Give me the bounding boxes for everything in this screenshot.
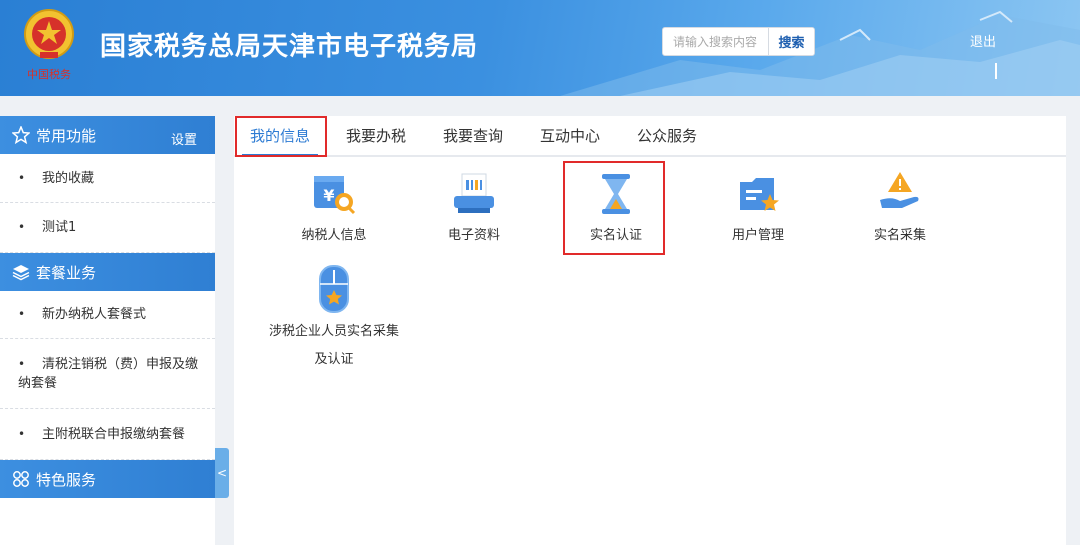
header: 中国税务 国家税务总局天津市电子税务局 搜索 退出 xyxy=(0,0,1080,96)
sidebar-item-label: 主附税联合申报缴纳套餐 xyxy=(42,426,186,442)
main-panel: 我的信息 我要办税 我要查询 互动中心 公众服务 ¥ 纳税人信息 电子资料 实名… xyxy=(234,116,1066,545)
tile-label: 用户管理 xyxy=(731,228,784,243)
tax-emblem-logo: 中国税务 xyxy=(18,6,80,84)
tab-bar: 我的信息 我要办税 我要查询 互动中心 公众服务 xyxy=(234,116,1066,157)
sidebar-item-label: 测试1 xyxy=(42,220,77,235)
tab-interaction-center[interactable]: 互动中心 xyxy=(532,116,608,156)
taxpayer-info-icon: ¥ xyxy=(314,176,356,215)
tab-query[interactable]: 我要查询 xyxy=(435,116,511,156)
tab-handle-tax[interactable]: 我要办税 xyxy=(338,116,414,156)
tile-electronic-data[interactable]: 电子资料 xyxy=(404,168,544,250)
sidebar-section-special[interactable]: 特色服务 xyxy=(0,460,215,498)
svg-text:中国税务: 中国税务 xyxy=(27,67,71,81)
tile-user-management[interactable]: 用户管理 xyxy=(688,168,828,250)
site-title: 国家税务总局天津市电子税务局 xyxy=(100,32,479,62)
svg-text:¥: ¥ xyxy=(323,186,334,205)
tile-label: 纳税人信息 xyxy=(301,228,367,243)
sidebar-section-common[interactable]: 常用功能 设置 xyxy=(0,116,215,154)
highlight-box-tile xyxy=(563,161,665,255)
tile-real-name-collection[interactable]: 实名采集 xyxy=(830,168,970,250)
warning-hand-icon xyxy=(880,172,919,208)
search-button[interactable]: 搜索 xyxy=(768,28,814,55)
mouse-star-icon xyxy=(319,265,349,313)
star-icon xyxy=(11,125,31,145)
sidebar-collapse-button[interactable]: < xyxy=(215,448,229,498)
sidebar-section-title: 常用功能 xyxy=(36,126,97,145)
sidebar-item-label: • 清税注销税（费）申报及缴纳套餐 xyxy=(18,356,199,391)
search-box: 搜索 xyxy=(662,27,815,56)
tile-taxpayer-info[interactable]: ¥ 纳税人信息 xyxy=(264,168,404,250)
tile-label: 电子资料 xyxy=(447,228,500,243)
electronic-data-icon xyxy=(454,173,494,213)
header-divider xyxy=(995,63,997,79)
sidebar-item-new-taxpayer-package[interactable]: • 新办纳税人套餐式 xyxy=(0,291,215,339)
sidebar-section-packages[interactable]: 套餐业务 xyxy=(0,253,215,291)
tile-label: 涉税企业人员实名采集 及认证 xyxy=(268,324,399,367)
sidebar: 常用功能 设置 • 我的收藏 • 测试1 套餐业务 • 新办纳税人套餐式 • 清税… xyxy=(0,116,215,545)
logout-link[interactable]: 退出 xyxy=(970,31,996,50)
settings-link[interactable]: 设置 xyxy=(171,129,197,148)
sidebar-item-deregistration-package[interactable]: • 清税注销税（费）申报及缴纳套餐 xyxy=(0,339,215,409)
sidebar-item-label: 新办纳税人套餐式 xyxy=(42,307,147,322)
tile-label: 实名采集 xyxy=(873,228,926,243)
tab-public-service[interactable]: 公众服务 xyxy=(629,116,705,156)
great-wall-decoration xyxy=(560,10,1080,96)
sidebar-item-label: 我的收藏 xyxy=(42,170,95,186)
highlight-box-tab xyxy=(235,116,327,157)
sidebar-item-test1[interactable]: • 测试1 xyxy=(0,203,215,253)
user-management-icon xyxy=(740,178,779,211)
grid-icon xyxy=(12,470,30,488)
layers-icon xyxy=(12,263,30,281)
tile-enterprise-staff-real-name[interactable]: 涉税企业人员实名采集 及认证 xyxy=(264,264,404,374)
sidebar-section-title: 套餐业务 xyxy=(36,263,97,282)
sidebar-item-favorites[interactable]: • 我的收藏 xyxy=(0,154,215,203)
sidebar-item-joint-declaration-package[interactable]: • 主附税联合申报缴纳套餐 xyxy=(0,409,215,460)
search-input[interactable] xyxy=(663,28,769,55)
sidebar-section-title: 特色服务 xyxy=(36,470,97,489)
